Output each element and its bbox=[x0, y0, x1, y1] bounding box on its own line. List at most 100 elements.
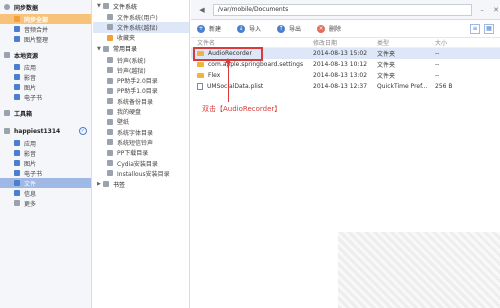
sidebar-item-label: 电子书 bbox=[24, 170, 43, 178]
book-icon bbox=[14, 170, 20, 176]
column-header-name[interactable]: 文件名 bbox=[191, 38, 313, 47]
apps-icon bbox=[14, 140, 20, 146]
sidebar-item-device-ebooks[interactable]: 电子书 bbox=[0, 168, 91, 178]
sidebar-item-device-photos[interactable]: 图片 bbox=[0, 158, 91, 168]
tree-item-fs-user[interactable]: 文件系统(用户) bbox=[93, 12, 189, 22]
tree-item-pp1[interactable]: PP助手1.0目录 bbox=[93, 86, 189, 96]
sidebar-group-label: 本地资源 bbox=[14, 52, 39, 60]
file-size: -- bbox=[435, 72, 440, 79]
bookmark-icon bbox=[103, 181, 109, 188]
tree-item-sms-tones[interactable]: 系统短信铃声 bbox=[93, 137, 189, 147]
sidebar-item-device-apps[interactable]: 应用 bbox=[0, 138, 91, 148]
sidebar-item-local-media[interactable]: 影音 bbox=[0, 72, 91, 82]
sidebar-item-audio-merge[interactable]: 音频合并 bbox=[0, 24, 91, 34]
tree-item-label: PP助手2.0目录 bbox=[117, 78, 158, 86]
import-icon: ↓ bbox=[237, 24, 246, 33]
tree-item-fonts[interactable]: 系统字体目录 bbox=[93, 127, 189, 137]
sidebar-item-label: 影音 bbox=[24, 74, 37, 82]
tree-item-pp2[interactable]: PP助手2.0目录 bbox=[93, 75, 189, 85]
minimize-icon[interactable]: – bbox=[478, 6, 486, 14]
tree-item-ringtone-jailbreak[interactable]: 铃声(越狱) bbox=[93, 65, 189, 75]
phone-icon bbox=[4, 128, 10, 134]
tree-item-label: 壁纸 bbox=[117, 119, 130, 127]
sidebar-item-label: 更多 bbox=[24, 200, 37, 208]
new-button[interactable]: + 新建 bbox=[197, 24, 221, 33]
tree-item-pp-downloads[interactable]: PP下载目录 bbox=[93, 148, 189, 158]
file-row[interactable]: Flex 2014-08-13 13:02 文件夹 -- bbox=[191, 70, 500, 81]
sidebar-item-local-photos[interactable]: 图片 bbox=[0, 82, 91, 92]
sidebar-item-device-messages[interactable]: 信息 bbox=[0, 188, 91, 198]
apps-icon bbox=[14, 64, 20, 70]
import-label: 导入 bbox=[249, 26, 262, 33]
close-icon[interactable]: ✕ bbox=[492, 6, 500, 14]
folder-tree: ▼ 文件系统 文件系统(用户) 文件系统(越狱) 收藏夹 ▼ 常用目录 铃声(系… bbox=[93, 0, 190, 308]
photo-icon bbox=[14, 160, 20, 166]
disk-icon bbox=[107, 108, 113, 115]
tree-group-common[interactable]: ▼ 常用目录 bbox=[93, 43, 189, 55]
new-label: 新建 bbox=[209, 26, 222, 33]
sidebar-item-label: 信息 bbox=[24, 190, 37, 198]
column-header-size[interactable]: 大小 bbox=[435, 38, 465, 47]
media-icon bbox=[14, 74, 20, 80]
back-icon[interactable]: ◀ bbox=[197, 5, 207, 15]
sidebar: 同步数据 同步全部 音频合并 图片整理 本地资源 应用 影音 图片 电子书 工具… bbox=[0, 0, 92, 308]
import-button[interactable]: ↓ 导入 bbox=[237, 24, 261, 33]
file-row[interactable]: UMSocialData.plist 2014-08-13 12:37 Quic… bbox=[191, 81, 500, 92]
tree-group-filesystem[interactable]: ▼ 文件系统 bbox=[93, 0, 189, 12]
photo-icon bbox=[14, 36, 20, 42]
sidebar-item-local-ebooks[interactable]: 电子书 bbox=[0, 92, 91, 102]
sidebar-group-device[interactable]: happiest1314 ✓ bbox=[0, 124, 91, 138]
tree-item-backup[interactable]: 系统备份目录 bbox=[93, 96, 189, 106]
sidebar-item-photo-organize[interactable]: 图片整理 bbox=[0, 34, 91, 44]
sidebar-item-label: 同步全部 bbox=[24, 16, 49, 24]
tree-group-bookmarks[interactable]: ▶ 书签 bbox=[93, 178, 189, 190]
file-type: 文件夹 bbox=[377, 73, 396, 80]
folder-icon bbox=[197, 73, 204, 78]
list-view-icon[interactable]: ≡ bbox=[470, 23, 480, 34]
tree-item-fs-jailbreak[interactable]: 文件系统(越狱) bbox=[93, 22, 189, 33]
file-date: 2014-08-13 13:02 bbox=[313, 72, 368, 79]
grid-view-icon[interactable]: ▦ bbox=[484, 23, 494, 34]
sidebar-item-device-more[interactable]: 更多 bbox=[0, 198, 91, 208]
tree-item-cydia[interactable]: Cydia安装目录 bbox=[93, 158, 189, 168]
file-toolbar: + 新建 ↓ 导入 ↑ 导出 × 删除 ≡ ▦ bbox=[191, 20, 500, 38]
audio-icon bbox=[14, 26, 20, 32]
tree-item-label: 文件系统(越狱) bbox=[117, 24, 158, 32]
folder-icon bbox=[107, 24, 113, 31]
sidebar-item-sync-all[interactable]: 同步全部 bbox=[0, 14, 91, 24]
tree-item-installous[interactable]: Installous安装目录 bbox=[93, 168, 189, 178]
column-header-date[interactable]: 修改日期 bbox=[313, 38, 377, 47]
tree-item-label: Cydia安装目录 bbox=[117, 160, 158, 168]
tree-item-favorites[interactable]: 收藏夹 bbox=[93, 33, 189, 43]
toolbox-icon bbox=[4, 110, 10, 116]
sidebar-item-device-files[interactable]: 文件 bbox=[0, 178, 91, 188]
computer-icon bbox=[4, 52, 10, 58]
export-button[interactable]: ↑ 导出 bbox=[277, 24, 301, 33]
tree-item-ringtone-system[interactable]: 铃声(系统) bbox=[93, 55, 189, 65]
export-icon: ↑ bbox=[277, 24, 286, 33]
sidebar-group-label: 同步数据 bbox=[14, 4, 39, 12]
folder-icon bbox=[107, 160, 113, 166]
file-date: 2014-08-13 10:12 bbox=[313, 61, 368, 68]
file-type: 文件夹 bbox=[377, 62, 396, 69]
sidebar-group-sync[interactable]: 同步数据 bbox=[0, 0, 91, 14]
tree-item-wallpaper[interactable]: 壁纸 bbox=[93, 117, 189, 127]
sidebar-group-toolbox[interactable]: 工具箱 bbox=[0, 106, 91, 120]
folder-icon bbox=[107, 14, 113, 21]
tree-item-label: 收藏夹 bbox=[117, 35, 136, 43]
folder-icon bbox=[107, 118, 113, 125]
file-name: Flex bbox=[208, 72, 221, 79]
sidebar-item-label: 图片 bbox=[24, 160, 37, 168]
sidebar-item-local-apps[interactable]: 应用 bbox=[0, 62, 91, 72]
column-header-type[interactable]: 类型 bbox=[377, 38, 435, 47]
book-icon bbox=[14, 94, 20, 100]
photo-icon bbox=[14, 84, 20, 90]
delete-button[interactable]: × 删除 bbox=[317, 24, 341, 33]
tree-item-my-disk[interactable]: 我的硬盘 bbox=[93, 106, 189, 116]
file-date: 2014-08-13 15:02 bbox=[313, 50, 368, 57]
sidebar-group-local[interactable]: 本地资源 bbox=[0, 48, 91, 62]
sidebar-item-device-media[interactable]: 影音 bbox=[0, 148, 91, 158]
annotation-text: 双击【AudioRecorder】 bbox=[202, 105, 282, 113]
path-input[interactable]: /var/mobile/Documents bbox=[212, 3, 473, 16]
sidebar-item-label: 应用 bbox=[24, 140, 37, 148]
